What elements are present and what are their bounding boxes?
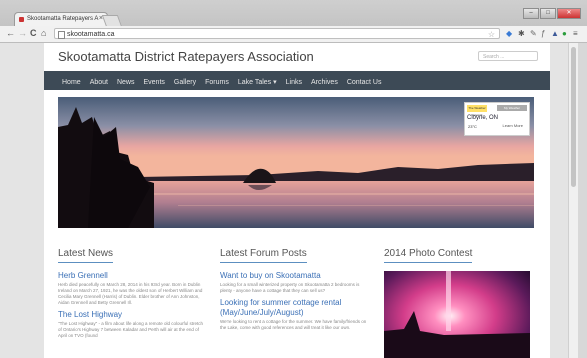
photo-contest-image[interactable] <box>384 271 530 358</box>
nav-item-archives[interactable]: Archives <box>311 73 338 92</box>
forum-post-excerpt: Looking for a small winterized property … <box>220 282 360 293</box>
pdf-extension-icon[interactable]: ƒ <box>541 28 545 39</box>
nav-item-lake-tales[interactable]: Lake Tales ▾ <box>238 73 277 92</box>
weather-network-logo: The Weather Network <box>467 105 487 117</box>
tab-title: Skootamatta Ratepayers A <box>27 16 99 22</box>
settings-extension-icon[interactable]: ✱ <box>518 28 525 39</box>
forum-post-excerpt: We're looking to rent a cottage for the … <box>220 319 367 330</box>
favicon-icon <box>19 17 24 22</box>
nav-item-home[interactable]: Home <box>62 73 81 92</box>
nav-item-news[interactable]: News <box>117 73 135 92</box>
menu-icon[interactable]: ≡ <box>573 28 578 39</box>
bookmark-star-icon[interactable]: ☆ <box>488 29 495 40</box>
news-post-title[interactable]: Herb Grennell <box>58 271 208 281</box>
nav-item-contact-us[interactable]: Contact Us <box>347 73 382 92</box>
search-input[interactable]: Search ... <box>478 51 538 61</box>
nav-item-gallery[interactable]: Gallery <box>174 73 196 92</box>
back-button[interactable]: ← <box>6 28 15 39</box>
photo-contest-heading: 2014 Photo Contest <box>384 248 473 263</box>
forum-posts-heading: Latest Forum Posts <box>220 248 307 263</box>
bookmark-extension-icon[interactable]: ▲ <box>551 28 559 39</box>
nav-item-links[interactable]: Links <box>286 73 302 92</box>
forum-posts-column: Latest Forum Posts Want to buy on Skoota… <box>220 243 370 331</box>
home-button[interactable]: ⌂ <box>41 28 46 39</box>
reload-button[interactable]: C <box>30 28 37 39</box>
page-icon <box>58 31 65 39</box>
forum-post: Looking for summer cottage rental (May/J… <box>220 298 370 331</box>
browser-toolbar: ← → C ⌂ skootamatta.ca ☆ ◆ ✱ ✎ ƒ ▲ ● ≡ <box>0 26 587 43</box>
weather-learn-more-link[interactable]: Learn More <box>503 123 523 128</box>
url-text: skootamatta.ca <box>67 31 115 38</box>
sunset-photo <box>384 271 530 358</box>
site-title[interactable]: Skootamatta District Ratepayers Associat… <box>58 49 314 64</box>
weather-widget[interactable]: The Weather Network My Weather Cloyne, O… <box>464 102 530 136</box>
news-post: The Lost Highway "The Lost Highway" - a … <box>58 310 208 339</box>
hero-image: The Weather Network My Weather Cloyne, O… <box>58 97 534 228</box>
page-viewport: Skootamatta District Ratepayers Associat… <box>0 43 578 358</box>
window-controls: – □ ✕ <box>522 1 581 19</box>
photo-contest-column: 2014 Photo Contest <box>384 243 530 358</box>
nav-item-events[interactable]: Events <box>144 73 165 92</box>
news-post-title[interactable]: The Lost Highway <box>58 310 208 320</box>
news-post-excerpt: "The Lost Highway" - a film about life a… <box>58 321 204 338</box>
site-container: Skootamatta District Ratepayers Associat… <box>44 43 550 358</box>
maximize-button[interactable]: □ <box>540 8 556 19</box>
pencil-extension-icon[interactable]: ✎ <box>530 28 537 39</box>
latest-news-heading: Latest News <box>58 248 114 263</box>
shield-extension-icon[interactable]: ◆ <box>506 28 512 39</box>
browser-tab[interactable]: Skootamatta Ratepayers A × <box>14 12 108 26</box>
minimize-button[interactable]: – <box>523 8 539 19</box>
forum-post: Want to buy on Skootamatta Looking for a… <box>220 271 370 294</box>
close-window-button[interactable]: ✕ <box>557 8 581 19</box>
page-scrollbar[interactable] <box>568 43 578 358</box>
weather-city: Cloyne, ON <box>467 115 499 121</box>
my-weather-button[interactable]: My Weather <box>497 105 527 111</box>
news-post: Herb Grennell Herb died peacefully on Ma… <box>58 271 208 306</box>
scrollbar-thumb[interactable] <box>571 47 576 187</box>
forum-post-title[interactable]: Looking for summer cottage rental (May/J… <box>220 298 370 318</box>
latest-news-column: Latest News Herb Grennell Herb died peac… <box>58 243 208 339</box>
sunset-lake-image <box>58 97 534 228</box>
browser-titlebar: Skootamatta Ratepayers A × – □ ✕ <box>0 0 587 27</box>
forward-button[interactable]: → <box>18 28 27 39</box>
forum-post-title[interactable]: Want to buy on Skootamatta <box>220 271 370 281</box>
main-nav: Home About News Events Gallery Forums Lake Tal… <box>44 71 550 90</box>
green-extension-icon[interactable]: ● <box>562 28 567 39</box>
nav-item-about[interactable]: About <box>90 73 108 92</box>
address-bar[interactable]: skootamatta.ca ☆ <box>54 28 500 39</box>
news-post-excerpt: Herb died peacefully on March 28, 2014 i… <box>58 282 203 305</box>
weather-temperature: 23°C <box>468 124 477 129</box>
nav-item-forums[interactable]: Forums <box>205 73 229 92</box>
